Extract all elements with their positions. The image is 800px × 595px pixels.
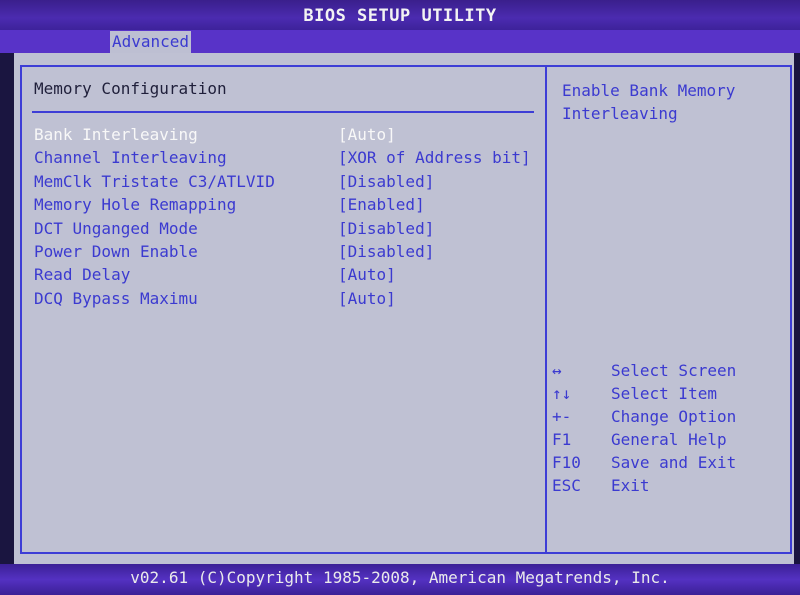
setting-label: Channel Interleaving	[34, 148, 227, 167]
key-description: Select Item	[611, 384, 717, 403]
key-legend-row: F10 Save and Exit	[0, 452, 790, 474]
setting-memory-hole-remapping[interactable]: Memory Hole Remapping [Enabled]	[0, 194, 540, 216]
key-description: Select Screen	[611, 361, 737, 380]
setting-value[interactable]: [Disabled]	[338, 241, 434, 263]
setting-bank-interleaving[interactable]: Bank Interleaving [Auto]	[0, 124, 540, 146]
key-legend-row: +- Change Option	[0, 406, 790, 428]
key-description: Save and Exit	[611, 453, 737, 472]
up-down-arrow-icon: ↑↓	[552, 384, 572, 403]
setting-dct-unganged-mode[interactable]: DCT Unganged Mode [Disabled]	[0, 218, 540, 240]
setting-label: MemClk Tristate C3/ATLVID	[34, 172, 275, 191]
setting-value[interactable]: [Auto]	[338, 288, 396, 310]
tab-bar: Advanced	[0, 30, 800, 53]
window-title: BIOS SETUP UTILITY	[0, 0, 800, 30]
help-text: Enable Bank Memory Interleaving	[562, 79, 784, 125]
setting-dcq-bypass-maximu[interactable]: DCQ Bypass Maximu [Auto]	[0, 288, 540, 310]
setting-label: Bank Interleaving	[34, 125, 198, 144]
key-description: Exit	[611, 476, 650, 495]
help-line: Interleaving	[562, 104, 678, 123]
key-legend-row: ↑↓ Select Item	[0, 383, 790, 405]
key-description: General Help	[611, 430, 727, 449]
left-right-arrow-icon: ↔	[552, 361, 562, 380]
plus-minus-icon: +-	[552, 407, 572, 426]
tab-advanced[interactable]: Advanced	[110, 31, 192, 53]
section-rule	[32, 111, 534, 113]
key-name: F10	[552, 453, 581, 472]
setting-value[interactable]: [Auto]	[338, 264, 396, 286]
key-description: Change Option	[611, 407, 737, 426]
setting-label: Power Down Enable	[34, 242, 198, 261]
setting-value[interactable]: [Disabled]	[338, 171, 434, 193]
setting-label: Memory Hole Remapping	[34, 195, 237, 214]
setting-label: Read Delay	[34, 265, 131, 284]
section-title: Memory Configuration	[34, 79, 227, 98]
setting-label: DCT Unganged Mode	[34, 219, 198, 238]
key-legend-row: F1 General Help	[0, 429, 790, 451]
setting-value[interactable]: [XOR of Address bit]	[338, 147, 531, 169]
key-legend-row: ↔ Select Screen	[0, 360, 790, 382]
setting-power-down-enable[interactable]: Power Down Enable [Disabled]	[0, 241, 540, 263]
setting-value[interactable]: [Auto]	[338, 124, 396, 146]
setting-memclk-tristate[interactable]: MemClk Tristate C3/ATLVID [Disabled]	[0, 171, 540, 193]
setting-value[interactable]: [Disabled]	[338, 218, 434, 240]
setting-label: DCQ Bypass Maximu	[34, 289, 198, 308]
setting-read-delay[interactable]: Read Delay [Auto]	[0, 264, 540, 286]
copyright-footer: v02.61 (C)Copyright 1985-2008, American …	[0, 564, 800, 595]
key-name: ESC	[552, 476, 581, 495]
setting-value[interactable]: [Enabled]	[338, 194, 425, 216]
key-name: F1	[552, 430, 572, 449]
setting-channel-interleaving[interactable]: Channel Interleaving [XOR of Address bit…	[0, 147, 540, 169]
help-line: Enable Bank Memory	[562, 81, 736, 100]
key-legend-row: ESC Exit	[0, 475, 790, 497]
